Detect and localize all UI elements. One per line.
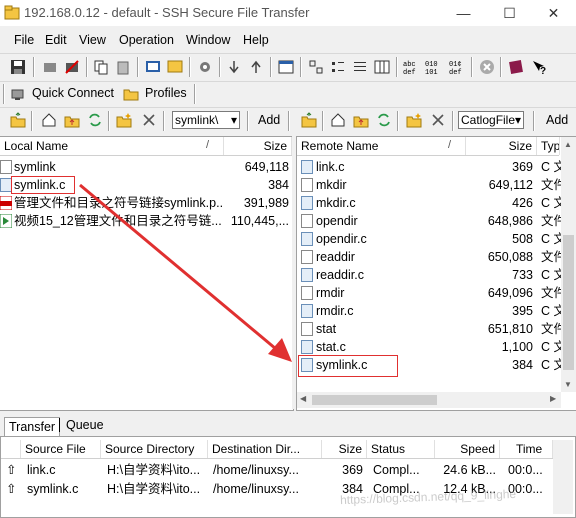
transfer-icon-header [1, 440, 21, 458]
transfer-time-header[interactable]: Time [500, 440, 553, 458]
transfer-scrollbar[interactable] [553, 440, 573, 514]
transfer-source-file-header[interactable]: Source File [21, 440, 101, 458]
transfer-dest-dir-header[interactable]: Destination Dir... [208, 440, 322, 458]
transfer-status-header[interactable]: Status [367, 440, 435, 458]
transfer-source-file: symlink.c [27, 482, 79, 496]
transfer-size-header[interactable]: Size [322, 440, 367, 458]
transfer-source-dir: H:\自学资料\ito... [107, 482, 201, 496]
tab-transfer[interactable]: Transfer [4, 417, 61, 436]
transfer-source-file: link.c [27, 463, 56, 477]
transfer-speed-header[interactable]: Speed [435, 440, 500, 458]
upload-arrow-icon: ⇧ [6, 482, 17, 496]
transfer-dest-dir: /home/linuxsy... [213, 463, 299, 477]
tab-queue[interactable]: Queue [66, 418, 104, 432]
upload-arrow-icon: ⇧ [6, 463, 17, 477]
transfer-speed: 24.6 kB... [443, 463, 496, 477]
transfer-status: Compl... [373, 463, 420, 477]
transfer-dest-dir: /home/linuxsy... [213, 482, 299, 496]
tab-divider [59, 418, 60, 432]
transfer-size: 369 [342, 463, 363, 477]
transfer-source-dir: H:\自学资料\ito... [107, 463, 201, 477]
transfer-source-dir-header[interactable]: Source Directory [101, 440, 208, 458]
transfer-time: 00:0... [508, 463, 543, 477]
